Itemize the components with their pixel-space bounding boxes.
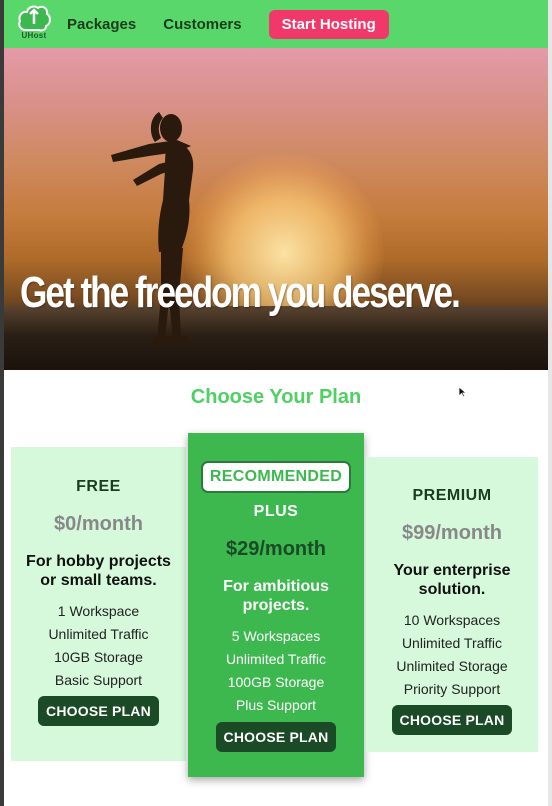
plan-feature: Basic Support	[54, 672, 143, 688]
recommended-badge: RECOMMENDED	[200, 461, 352, 493]
plan-feature: Unlimited Storage	[396, 658, 508, 674]
hero-banner: Get the freedom you deserve.	[4, 48, 548, 370]
plan-price: $0/month	[54, 513, 143, 535]
plan-card-plus: RECOMMENDED PLUS $29/month For ambitious…	[188, 433, 364, 777]
plan-tagline: For ambitious projects.	[223, 578, 329, 614]
choose-plan-button-premium[interactable]: CHOOSE PLAN	[391, 705, 513, 735]
plan-feature: 10GB Storage	[54, 649, 143, 665]
plan-card-premium: PREMIUM $99/month Your enterprise soluti…	[366, 457, 538, 752]
plan-feature: Priority Support	[403, 681, 501, 697]
start-hosting-button[interactable]: Start Hosting	[268, 9, 389, 39]
choose-plan-button-free[interactable]: CHOOSE PLAN	[38, 696, 159, 726]
plan-feature: 10 Workspaces	[403, 612, 501, 628]
plan-feature-list: 5 Workspaces Unlimited Traffic 100GB Sto…	[188, 625, 364, 717]
choose-plan-button-plus[interactable]: CHOOSE PLAN	[215, 722, 337, 752]
main-navbar: UHost Packages Customers Start Hosting	[4, 0, 548, 48]
plan-feature-list: 10 Workspaces Unlimited Traffic Unlimite…	[366, 609, 538, 701]
plan-tier-name: FREE	[76, 478, 121, 495]
plan-feature-list: 1 Workspace Unlimited Traffic 10GB Stora…	[11, 600, 186, 692]
logo-text: UHost	[21, 31, 47, 40]
plan-price: $29/month	[225, 538, 327, 560]
plan-tagline: Your enterprise solution.	[393, 562, 511, 598]
plan-tier-name: PLUS	[253, 503, 299, 520]
hero-headline: Get the freedom you deserve.	[20, 268, 461, 317]
window-frame-left	[0, 0, 4, 806]
plan-feature: 5 Workspaces	[231, 628, 321, 644]
brand-logo[interactable]: UHost	[16, 4, 52, 44]
window-frame-right	[548, 0, 552, 806]
cloud-logo-icon	[18, 5, 51, 32]
plan-price: $99/month	[401, 522, 503, 544]
plan-feature: Plus Support	[235, 697, 317, 713]
plan-feature: Unlimited Traffic	[48, 626, 149, 642]
nav-link-packages[interactable]: Packages	[67, 16, 136, 33]
plan-card-free: FREE $0/month For hobby projects or smal…	[11, 447, 186, 761]
plan-feature: Unlimited Traffic	[401, 635, 503, 651]
plan-feature: 100GB Storage	[227, 674, 325, 690]
plan-feature: Unlimited Traffic	[225, 651, 327, 667]
plans-section-title: Choose Your Plan	[190, 386, 362, 408]
plan-feature: 1 Workspace	[57, 603, 140, 619]
plan-tier-name: PREMIUM	[412, 487, 492, 504]
mouse-pointer-icon	[458, 386, 467, 398]
plan-tagline: For hobby projects or small teams.	[26, 553, 171, 589]
nav-link-customers[interactable]: Customers	[163, 16, 241, 33]
